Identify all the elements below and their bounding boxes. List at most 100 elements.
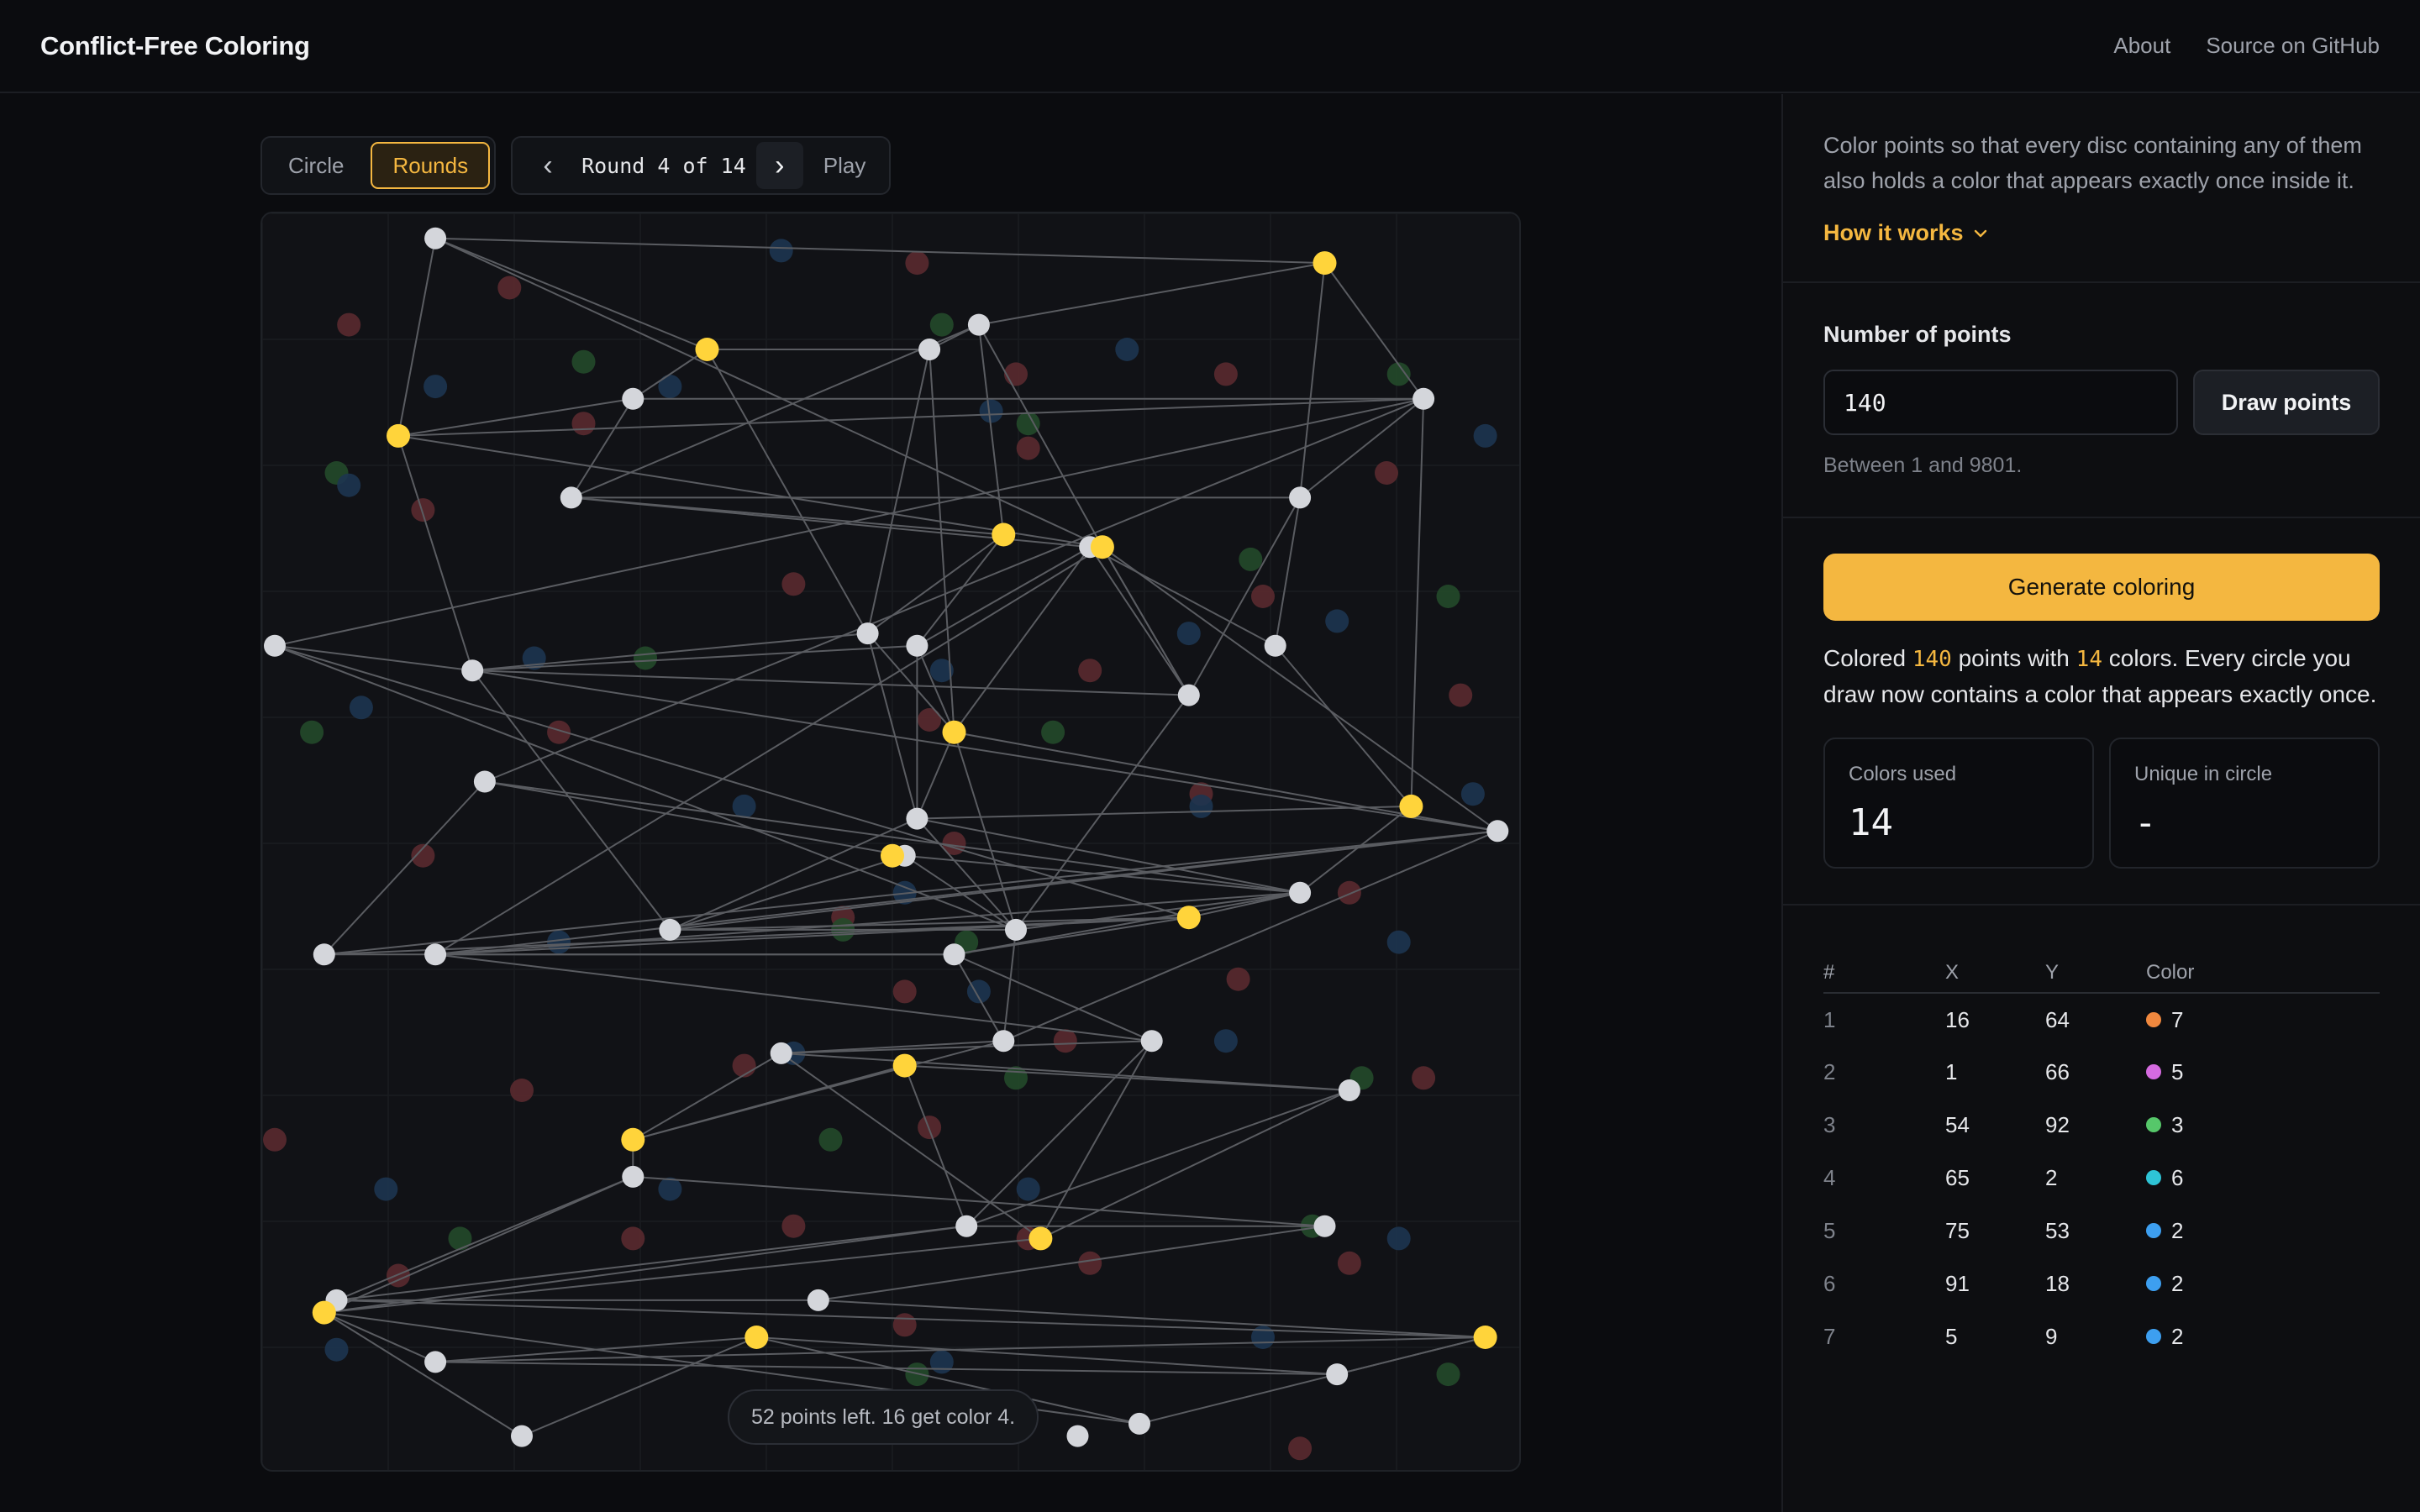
generate-coloring-button[interactable]: Generate coloring	[1823, 554, 2380, 621]
play-button[interactable]: Play	[805, 153, 878, 179]
remaining-point[interactable]	[856, 622, 879, 645]
points-plot[interactable]	[262, 213, 1521, 1472]
colored-point	[892, 979, 917, 1004]
colored-point	[1337, 880, 1361, 905]
remaining-point[interactable]	[313, 943, 335, 966]
colored-point	[892, 1313, 917, 1337]
remaining-point[interactable]	[659, 918, 681, 941]
stat-unique-in-circle: Unique in circle -	[2109, 738, 2380, 869]
round-point[interactable]	[881, 843, 904, 868]
remaining-point[interactable]	[622, 387, 644, 410]
points-input[interactable]	[1823, 370, 2178, 435]
remaining-point[interactable]	[1486, 820, 1509, 843]
remaining-point[interactable]	[955, 1215, 978, 1237]
mode-circle-button[interactable]: Circle	[266, 142, 366, 189]
colored-point	[1189, 794, 1213, 818]
remaining-point[interactable]	[1005, 918, 1027, 941]
remaining-point[interactable]	[770, 1042, 792, 1064]
remaining-point[interactable]	[1264, 634, 1286, 657]
table-row[interactable]: 1 16 64 7	[1823, 993, 2380, 1046]
nav-github-link[interactable]: Source on GitHub	[2206, 33, 2380, 59]
remaining-point[interactable]	[1326, 1363, 1349, 1386]
color-swatch	[2146, 1117, 2161, 1133]
remaining-point[interactable]	[1413, 387, 1435, 410]
colored-point	[1239, 547, 1263, 571]
remaining-point[interactable]	[1066, 1425, 1089, 1447]
remaining-point[interactable]	[906, 634, 929, 657]
round-point[interactable]	[942, 720, 966, 744]
graph-edge	[978, 324, 1103, 548]
round-point[interactable]	[695, 338, 719, 361]
table-row[interactable]: 2 1 66 5	[1823, 1046, 2380, 1099]
mode-rounds-button[interactable]: Rounds	[371, 142, 491, 189]
round-point[interactable]	[1473, 1326, 1497, 1349]
colored-point	[732, 794, 756, 818]
nav-about-link[interactable]: About	[2113, 33, 2170, 59]
graph-edge	[818, 1225, 1325, 1301]
colored-point	[658, 375, 682, 399]
graph-edge	[1102, 546, 1190, 696]
points-canvas[interactable]	[260, 212, 1521, 1472]
remaining-point[interactable]	[943, 943, 965, 966]
graph-edge	[632, 1053, 782, 1141]
remaining-point[interactable]	[1140, 1030, 1163, 1053]
how-it-works-toggle[interactable]: How it works	[1823, 220, 2380, 246]
remaining-point[interactable]	[560, 486, 582, 509]
color-swatch	[2146, 1329, 2161, 1345]
round-point[interactable]	[1028, 1226, 1053, 1251]
round-point[interactable]	[621, 1127, 645, 1152]
round-point[interactable]	[312, 1300, 336, 1325]
remaining-point[interactable]	[807, 1289, 829, 1311]
remaining-point[interactable]	[622, 1165, 644, 1188]
remaining-point[interactable]	[1289, 881, 1312, 904]
remaining-point[interactable]	[1338, 1079, 1360, 1101]
remaining-point[interactable]	[1313, 1215, 1336, 1237]
round-point[interactable]	[387, 423, 410, 448]
table-row[interactable]: 4 65 2 6	[1823, 1152, 2380, 1205]
graph-edge	[484, 780, 905, 857]
graph-edge	[435, 237, 1325, 265]
graph-edge	[633, 1064, 905, 1141]
remaining-point[interactable]	[264, 634, 286, 657]
color-swatch	[2146, 1011, 2161, 1027]
colored-point	[732, 1053, 756, 1078]
table-row[interactable]: 5 75 53 2	[1823, 1205, 2380, 1257]
chevron-left-icon[interactable]: ‹	[524, 142, 571, 189]
chevron-right-icon[interactable]: ›	[755, 142, 803, 189]
cell-index: 3	[1823, 1112, 1836, 1137]
points-label: Number of points	[1823, 322, 2012, 347]
remaining-point[interactable]	[461, 659, 484, 682]
remaining-point[interactable]	[992, 1030, 1015, 1053]
remaining-point[interactable]	[473, 770, 496, 793]
colored-point	[571, 349, 596, 374]
table-row[interactable]: 7 5 9 2	[1823, 1310, 2380, 1363]
remaining-point[interactable]	[1289, 486, 1312, 509]
remaining-point[interactable]	[906, 807, 929, 830]
remaining-point[interactable]	[424, 227, 447, 249]
colored-point	[781, 572, 806, 596]
colored-point	[1041, 720, 1065, 744]
remaining-point[interactable]	[424, 943, 447, 966]
round-point[interactable]	[992, 522, 1016, 547]
remaining-point[interactable]	[918, 339, 941, 360]
colored-point	[300, 720, 324, 744]
colored-point	[818, 1127, 843, 1152]
remaining-point[interactable]	[967, 313, 990, 336]
draw-points-button[interactable]: Draw points	[2193, 370, 2380, 435]
remaining-point[interactable]	[424, 1351, 447, 1373]
graph-edge	[977, 324, 1005, 535]
remaining-point[interactable]	[511, 1425, 533, 1447]
round-point[interactable]	[1176, 906, 1201, 930]
table-row[interactable]: 3 54 92 3	[1823, 1099, 2380, 1152]
round-point[interactable]	[892, 1053, 917, 1078]
colored-point	[448, 1226, 472, 1251]
remaining-point[interactable]	[1128, 1412, 1150, 1435]
round-point[interactable]	[744, 1326, 769, 1349]
cell-y: 64	[2045, 1006, 2070, 1032]
round-point[interactable]	[1313, 251, 1337, 276]
table-row[interactable]: 6 91 18 2	[1823, 1257, 2380, 1310]
round-point[interactable]	[1090, 535, 1114, 559]
round-point[interactable]	[1399, 794, 1423, 818]
colored-point	[1016, 1177, 1040, 1201]
remaining-point[interactable]	[1177, 684, 1200, 706]
